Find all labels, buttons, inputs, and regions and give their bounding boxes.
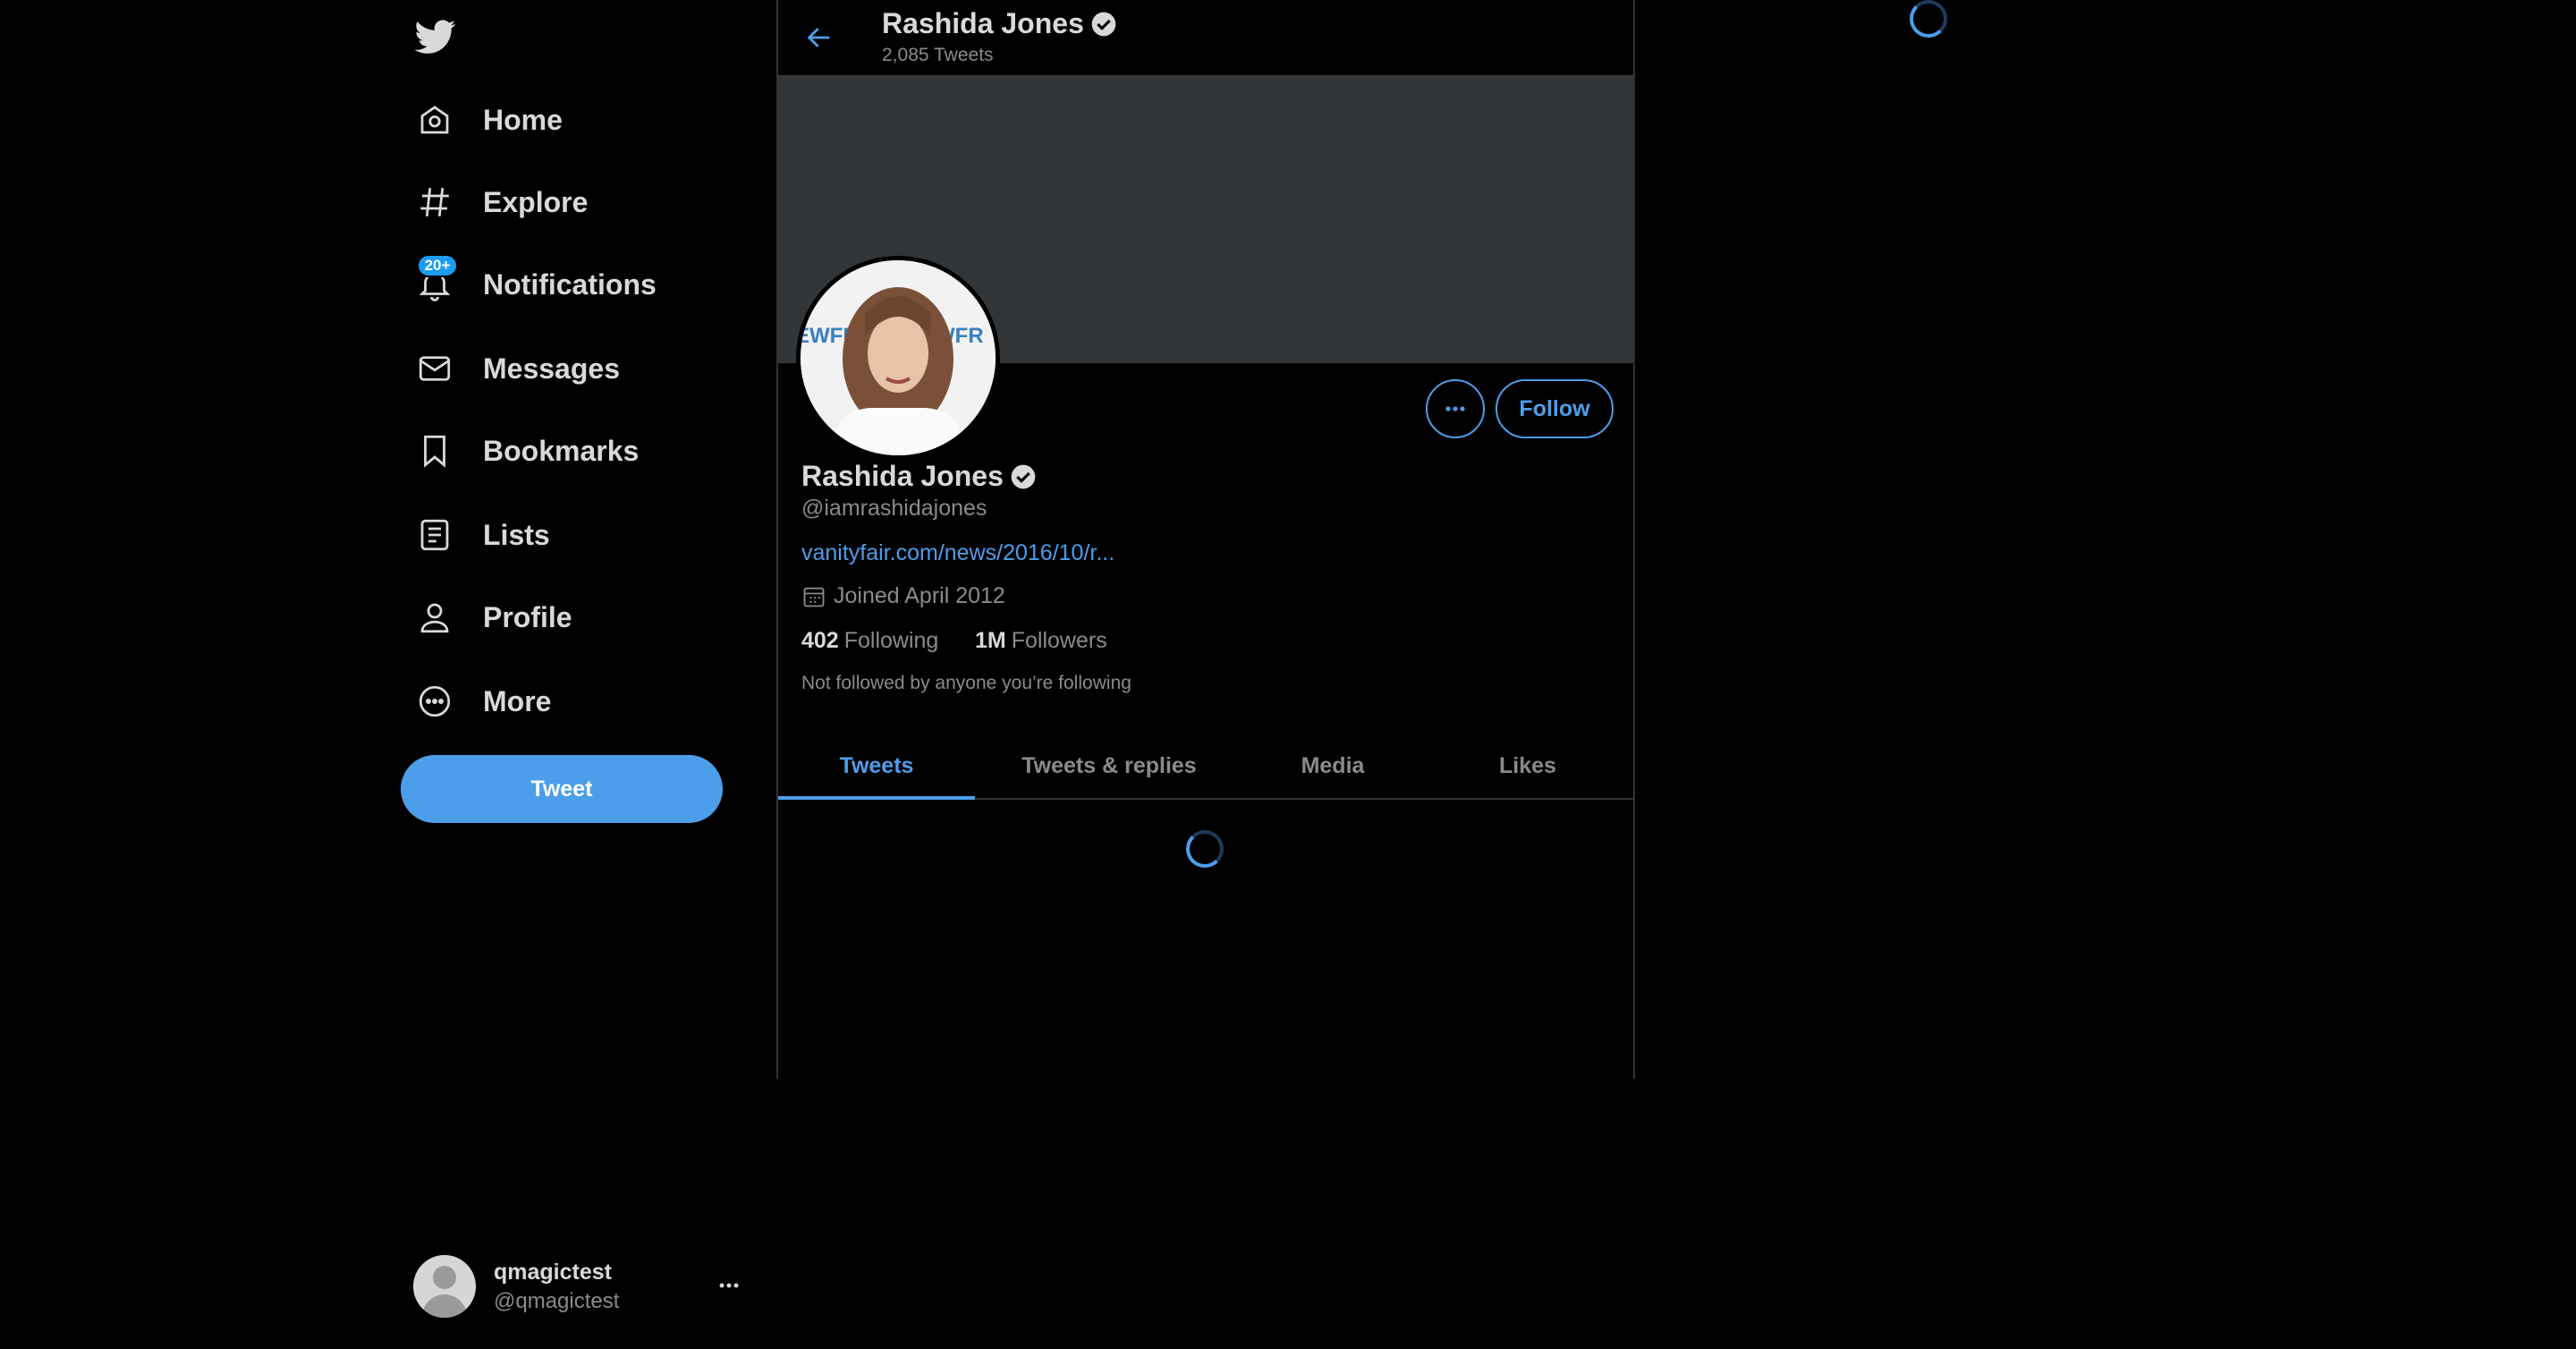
back-arrow-icon[interactable] — [798, 16, 841, 59]
envelope-icon — [413, 347, 456, 390]
sidebar-item-bookmarks[interactable]: Bookmarks — [413, 424, 639, 478]
follow-button[interactable]: Follow — [1496, 379, 1614, 438]
notification-badge: 20+ — [417, 254, 458, 277]
account-switcher[interactable]: qmagictest @qmagictest — [413, 1251, 753, 1322]
sidebar-item-label: Messages — [483, 352, 620, 385]
calendar-icon — [803, 587, 825, 607]
following-label: Following — [843, 628, 939, 653]
profile-website-link[interactable]: vanityfair.com/news/2016/10/r... — [801, 540, 1114, 566]
avatar — [413, 1255, 476, 1318]
sidebar-item-home[interactable]: Home — [413, 93, 563, 147]
sidebar-item-label: Bookmarks — [483, 434, 640, 467]
following-stat[interactable]: 402 Following — [801, 628, 938, 654]
sidebar-item-lists[interactable]: Lists — [413, 508, 550, 562]
profile-name-text: Rashida Jones — [801, 460, 1004, 492]
account-name: qmagictest — [494, 1259, 612, 1285]
account-more-icon[interactable] — [716, 1272, 742, 1299]
tab-tweets-and-replies[interactable]: Tweets & replies — [975, 734, 1243, 798]
profile-more-button[interactable] — [1426, 379, 1485, 438]
loading-spinner-icon — [1186, 830, 1224, 868]
tweet-button[interactable]: Tweet — [401, 755, 723, 823]
more-circle-icon — [413, 680, 456, 723]
profile-column: Rashida Jones 2,085 Tweets EWFR WFR Foll… — [776, 0, 1635, 1079]
sidebar-item-label: Profile — [483, 600, 572, 633]
tab-tweets[interactable]: Tweets — [778, 734, 975, 800]
header-name: Rashida Jones — [882, 7, 1084, 39]
sidebar-item-label: Lists — [483, 518, 550, 551]
followers-stat[interactable]: 1M Followers — [975, 628, 1107, 654]
joined-text: Joined April 2012 — [834, 583, 1005, 608]
bookmark-icon — [413, 429, 456, 472]
profile-name: Rashida Jones — [801, 460, 1038, 493]
sidebar-item-label: Explore — [483, 185, 589, 218]
person-icon — [413, 596, 456, 639]
loading-spinner-icon — [1910, 0, 1947, 38]
tab-likes[interactable]: Likes — [1422, 734, 1633, 798]
sidebar-item-label: Home — [483, 103, 563, 136]
profile-tabs: Tweets Tweets & replies Media Likes — [778, 734, 1633, 800]
account-handle: @qmagictest — [494, 1288, 620, 1313]
sidebar-item-more[interactable]: More — [413, 674, 551, 728]
profile-handle: @iamrashidajones — [801, 496, 987, 521]
bell-icon: 20+ — [413, 254, 458, 306]
twitter-logo-icon[interactable] — [413, 16, 458, 57]
header-title: Rashida Jones — [882, 7, 1118, 40]
verified-badge-icon — [1011, 464, 1036, 488]
profile-joined: Joined April 2012 — [801, 583, 1005, 609]
followers-count: 1M — [975, 628, 1006, 653]
sidebar-item-label: Notifications — [483, 267, 657, 301]
tab-media[interactable]: Media — [1243, 734, 1422, 798]
profile-avatar[interactable]: EWFR WFR — [796, 256, 1000, 460]
hashtag-icon — [413, 181, 456, 224]
following-count: 402 — [801, 628, 839, 653]
sidebar-item-explore[interactable]: Explore — [413, 175, 588, 229]
list-icon — [413, 513, 456, 556]
more-horizontal-icon — [1445, 406, 1465, 411]
sidebar-item-profile[interactable]: Profile — [413, 590, 572, 644]
followed-by-note: Not followed by anyone you’re following — [801, 673, 1131, 693]
home-icon — [413, 98, 456, 141]
sidebar-item-notifications[interactable]: 20+ Notifications — [413, 254, 657, 311]
sidebar-item-label: More — [483, 684, 552, 717]
tweet-count: 2,085 Tweets — [882, 45, 994, 65]
followers-label: Followers — [1011, 628, 1107, 653]
verified-badge-icon — [1091, 12, 1116, 36]
sidebar-item-messages[interactable]: Messages — [413, 342, 620, 395]
